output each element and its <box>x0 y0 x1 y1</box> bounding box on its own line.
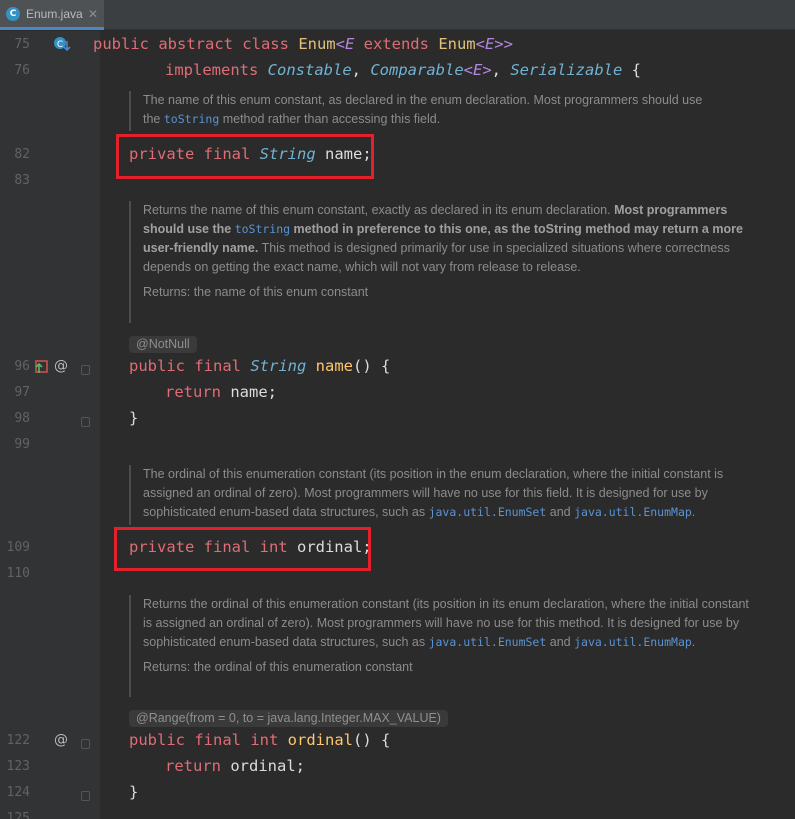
fold-marker[interactable] <box>81 739 90 749</box>
highlight-box-name-field <box>116 134 374 179</box>
doc-text: . <box>691 635 696 649</box>
doc-returns: Returns: the ordinal of this enumeration… <box>143 660 413 674</box>
doc-link[interactable]: toString <box>164 112 219 126</box>
annotation-notnull: @NotNull <box>129 336 197 353</box>
brace: } <box>129 409 139 427</box>
class-name: Enum <box>298 35 336 53</box>
javadoc-field-ordinal: The ordinal of this enumeration constant… <box>129 465 761 525</box>
line-number: 83 <box>14 173 30 188</box>
line-number: 97 <box>14 385 30 400</box>
brace: { <box>631 61 642 79</box>
return-name-line[interactable]: return name; <box>165 383 277 401</box>
doc-text: and <box>546 635 575 649</box>
implements-line[interactable]: implements Constable, Comparable<E>, Ser… <box>165 61 641 79</box>
doc-text: and <box>546 505 575 519</box>
line-number: 109 <box>6 540 30 555</box>
keyword: public final <box>129 357 241 375</box>
editor-tab-bar: C Enum.java ✕ <box>0 0 795 30</box>
javadoc-method-name: Returns the name of this enum constant, … <box>129 201 761 323</box>
line-number: 75 <box>14 37 30 52</box>
java-class-icon: C <box>6 6 20 21</box>
keyword: return <box>165 383 221 401</box>
type-name: String <box>250 357 307 375</box>
type-param: <E> <box>463 61 492 79</box>
close-brace-line[interactable]: } <box>129 783 138 801</box>
interface-name: Comparable <box>370 61 464 79</box>
line-number: 125 <box>6 811 30 819</box>
annotation-range: @Range(from = 0, to = java.lang.Integer.… <box>129 710 448 727</box>
javadoc-method-ordinal: Returns the ordinal of this enumeration … <box>129 595 761 697</box>
identifier: ordinal; <box>230 757 305 775</box>
line-number: 122 <box>6 733 30 748</box>
line-number-gutter: 75 76 82 83 96 97 98 99 109 110 122 123 … <box>0 31 100 819</box>
doc-link[interactable]: toString <box>235 222 290 236</box>
close-brace-line[interactable]: } <box>129 409 138 427</box>
line-number: 76 <box>14 63 30 78</box>
doc-text: . <box>691 505 696 519</box>
close-icon[interactable]: ✕ <box>88 7 98 21</box>
keyword: implements <box>165 61 259 79</box>
type-param: <E>> <box>475 35 513 53</box>
line-number: 124 <box>6 785 30 800</box>
type-param: <E <box>335 35 355 53</box>
line-number: 98 <box>14 411 30 426</box>
paren: () { <box>353 357 391 375</box>
annotation-at-icon[interactable]: @ <box>54 358 68 374</box>
override-icon[interactable] <box>35 359 51 375</box>
paren: () { <box>352 731 391 749</box>
javadoc-field-name: The name of this enum constant, as decla… <box>129 91 761 131</box>
fold-marker[interactable] <box>81 417 90 427</box>
line-number: 82 <box>14 147 30 162</box>
doc-link[interactable]: java.util.EnumMap <box>574 505 692 519</box>
highlight-box-ordinal-field <box>114 527 371 571</box>
interface-name: Constable <box>267 61 352 79</box>
doc-returns: Returns: the name of this enum constant <box>143 285 369 299</box>
keyword: public abstract class <box>93 35 289 53</box>
class-name: Enum <box>438 35 476 53</box>
doc-text: The name of this enum constant, as decla… <box>143 93 703 107</box>
method-name: ordinal <box>287 731 353 749</box>
fold-marker[interactable] <box>81 791 90 801</box>
doc-text: Returns the name of this enum constant, … <box>143 203 615 217</box>
identifier: name; <box>230 383 278 401</box>
doc-link[interactable]: java.util.EnumSet <box>429 505 547 519</box>
doc-text: method rather than accessing this field. <box>219 112 441 126</box>
tab-label: Enum.java <box>26 6 83 21</box>
line-number: 96 <box>14 359 30 374</box>
svg-text:C: C <box>57 40 63 50</box>
tab-enum-java[interactable]: C Enum.java ✕ <box>0 0 104 30</box>
doc-link[interactable]: java.util.EnumMap <box>574 635 692 649</box>
keyword: extends <box>354 35 439 53</box>
keyword: public final int <box>129 731 279 749</box>
doc-text: the <box>143 112 164 126</box>
fold-marker[interactable] <box>81 365 90 375</box>
method-name-line[interactable]: public final String name() { <box>129 357 390 375</box>
return-ordinal-line[interactable]: return ordinal; <box>165 757 305 775</box>
keyword: return <box>165 757 221 775</box>
line-number: 123 <box>6 759 30 774</box>
line-number: 110 <box>6 566 30 581</box>
interface-name: Serializable <box>510 61 623 79</box>
doc-link[interactable]: java.util.EnumSet <box>429 635 547 649</box>
brace: } <box>129 783 139 801</box>
implemented-by-icon[interactable]: C <box>53 35 71 53</box>
method-name: name <box>315 357 353 375</box>
class-declaration-line[interactable]: public abstract class Enum<E extends Enu… <box>93 35 513 53</box>
method-ordinal-line[interactable]: public final int ordinal() { <box>129 731 390 749</box>
line-number: 99 <box>14 437 30 452</box>
annotation-at-icon[interactable]: @ <box>54 732 68 748</box>
